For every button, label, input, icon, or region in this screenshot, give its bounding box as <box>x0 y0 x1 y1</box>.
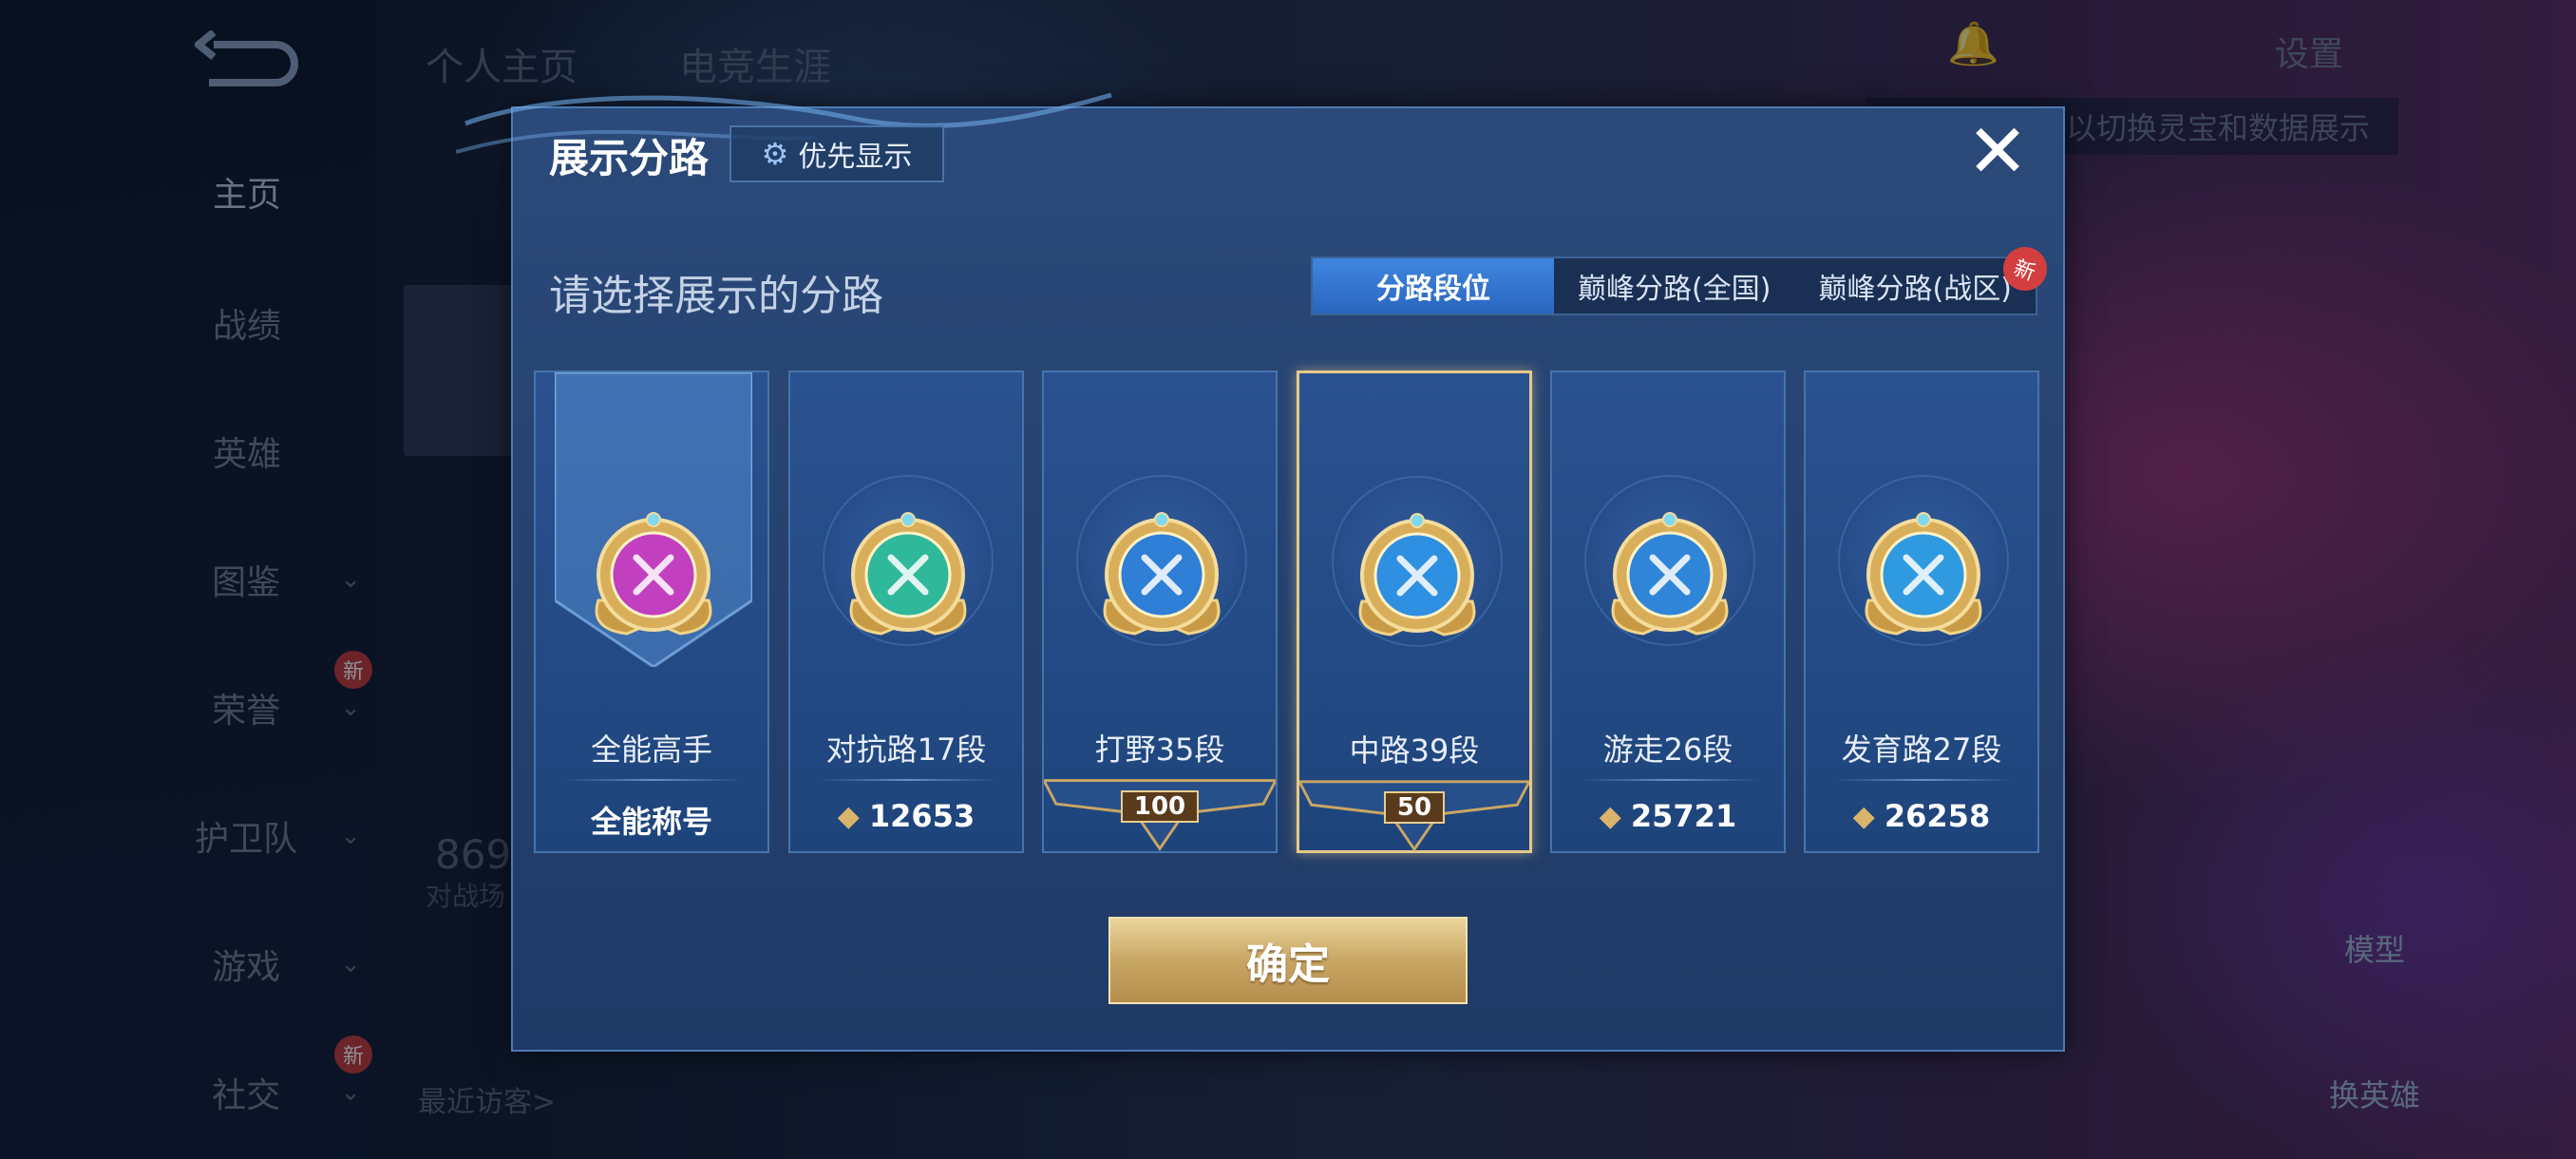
lane-emblem-icon <box>1865 512 1982 636</box>
lane-card[interactable]: 全能高手 全能称号 <box>534 370 769 853</box>
star-count-value: 50 <box>1383 791 1446 824</box>
priority-display-button[interactable]: ⚙ 优先显示 <box>729 125 944 182</box>
close-icon[interactable]: ✕ <box>1964 115 2031 189</box>
lane-score-value: 全能称号 <box>590 804 712 840</box>
lane-card[interactable]: 中路39段 50 <box>1297 370 1532 853</box>
lane-emblem-icon <box>595 512 712 636</box>
lane-rank-label: 发育路27段 <box>1841 732 2002 768</box>
tab-label: 分路段位 <box>1376 273 1490 306</box>
lane-rank-label: 游走26段 <box>1602 732 1733 768</box>
lane-rank-label: 中路39段 <box>1349 732 1480 769</box>
rank-star-count: 100 <box>1044 790 1276 830</box>
tab-lane-rank[interactable]: 分路段位 <box>1313 258 1554 314</box>
lane-card[interactable]: 对抗路17段 ◆ 12653 <box>788 370 1024 853</box>
tab-label: 巅峰分路(战区) <box>1818 273 2012 306</box>
divider <box>564 779 743 781</box>
lane-mode-tabs: 分路段位 巅峰分路(全国) 巅峰分路(战区) 新 <box>1311 240 2054 315</box>
confirm-button[interactable]: 确定 <box>1108 917 1468 1004</box>
lane-score: ◆ 25721 <box>1552 798 1784 834</box>
tab-peak-lane-national[interactable]: 巅峰分路(全国) <box>1554 258 1795 314</box>
points-icon: ◆ <box>1599 799 1621 833</box>
points-icon: ◆ <box>837 799 860 833</box>
divider <box>1581 779 1759 781</box>
lane-score: ◆ 26258 <box>1806 798 2037 834</box>
lane-score: 全能称号 <box>536 798 767 842</box>
tab-peak-lane-region[interactable]: 巅峰分路(战区) 新 <box>1795 240 2054 314</box>
lane-emblem-icon <box>1103 512 1221 636</box>
lane-rank-label: 全能高手 <box>590 732 712 768</box>
lane-score: ◆ 12653 <box>790 798 1022 834</box>
game-screen: 主页 战绩 英雄 图鉴 ⌄ 荣誉 ⌄ 新护卫队 ⌄ 游戏 ⌄ 社交 ⌄ 新 个人主页 电竞生涯 869 对… <box>0 0 2576 1159</box>
lane-emblem-icon <box>1358 513 1476 636</box>
divider <box>819 779 997 781</box>
dialog-title: 展示分路 <box>549 135 710 181</box>
dialog-subtitle: 请选择展示的分路 <box>549 272 883 320</box>
lane-score-value: 26258 <box>1884 798 1991 834</box>
rank-star-count: 50 <box>1299 791 1529 831</box>
divider <box>1834 779 2013 781</box>
star-count-value: 100 <box>1120 790 1200 823</box>
lane-score-value: 25721 <box>1630 798 1737 834</box>
lane-rank-label: 打野35段 <box>1094 732 1225 768</box>
tab-label: 巅峰分路(全国) <box>1578 273 1771 306</box>
points-icon: ◆ <box>1852 799 1875 833</box>
lane-score-value: 12653 <box>868 798 975 834</box>
priority-display-label: 优先显示 <box>798 141 913 174</box>
gear-icon: ⚙ <box>761 136 789 172</box>
lane-emblem-icon <box>1611 512 1729 636</box>
lane-card[interactable]: 发育路27段 ◆ 26258 <box>1804 370 2039 853</box>
lane-emblem-icon <box>849 512 967 636</box>
lane-card[interactable]: 打野35段 100 <box>1042 370 1278 853</box>
lane-card[interactable]: 游走26段 ◆ 25721 <box>1550 370 1786 853</box>
lane-rank-label: 对抗路17段 <box>825 732 987 768</box>
